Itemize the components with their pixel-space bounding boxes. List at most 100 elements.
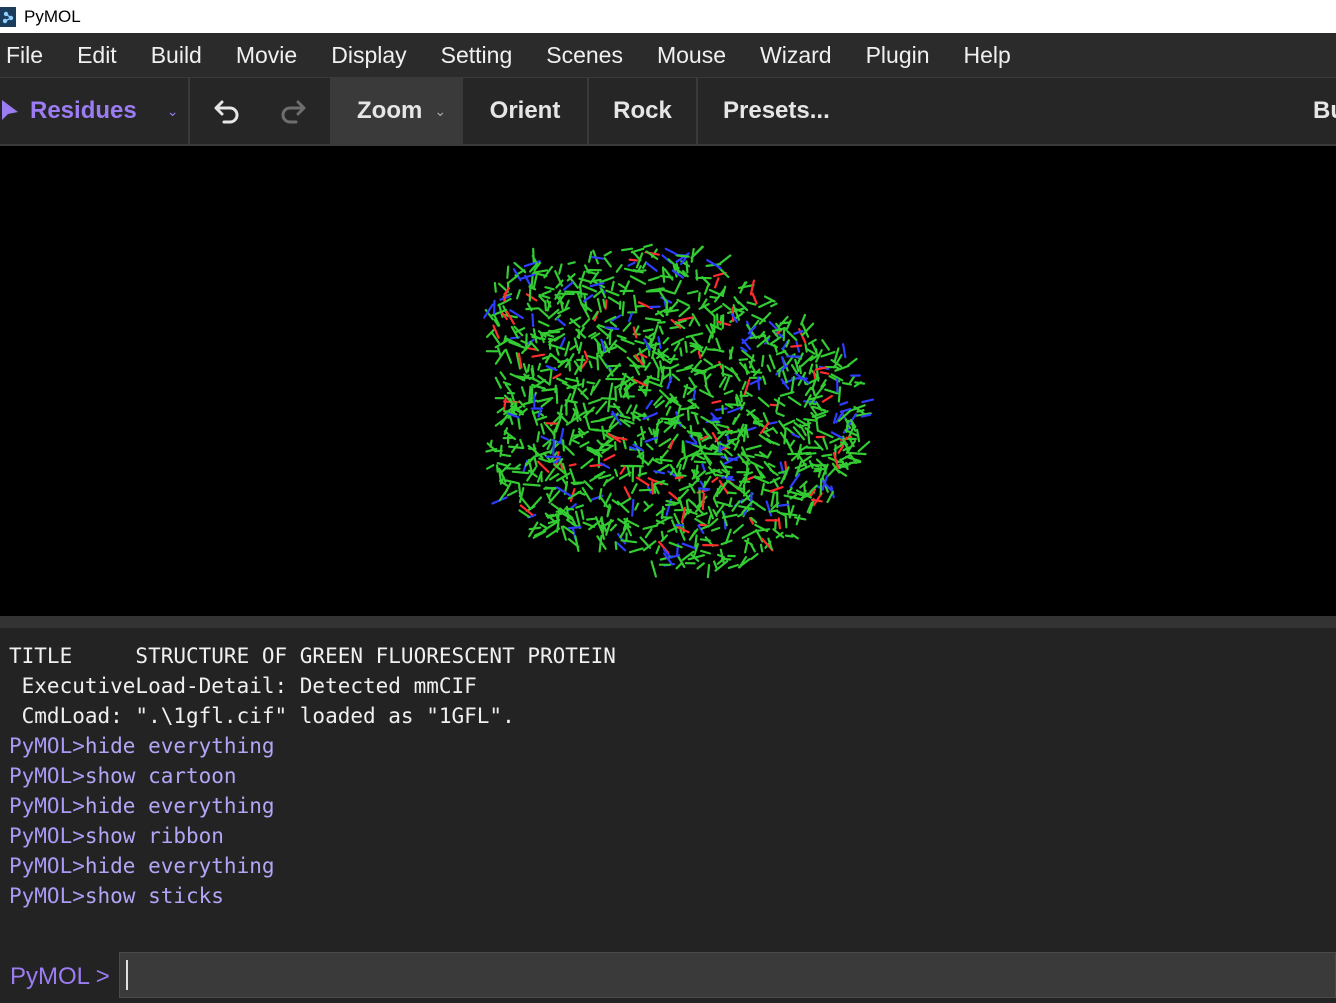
menu-edit[interactable]: Edit [77, 42, 117, 69]
bond-stick [564, 507, 575, 511]
bond-stick [804, 343, 808, 353]
selection-mode-dropdown[interactable]: Residues ⌄ [0, 78, 190, 144]
undo-icon[interactable] [212, 96, 242, 126]
chevron-down-icon: ⌄ [166, 102, 179, 119]
bond-stick [581, 378, 585, 388]
bond-stick [650, 481, 655, 495]
bond-stick [720, 557, 732, 561]
bond-stick [528, 385, 532, 404]
console-prompt: PyMOL> [9, 884, 85, 908]
bond-stick [493, 281, 497, 293]
bond-stick [511, 470, 530, 475]
menu-plugin[interactable]: Plugin [866, 42, 930, 69]
bond-stick [559, 404, 563, 415]
bond-stick [607, 405, 621, 409]
bond-stick [819, 477, 823, 496]
bond-stick [756, 376, 761, 391]
rock-button[interactable]: Rock [589, 78, 698, 144]
bond-stick [669, 325, 679, 330]
bond-stick [567, 261, 576, 265]
bond-stick [540, 472, 543, 483]
bond-stick [821, 453, 833, 458]
bond-stick [803, 483, 806, 494]
bond-stick [837, 463, 851, 466]
bond-stick [620, 247, 634, 252]
bond-stick [572, 482, 583, 486]
menu-scenes[interactable]: Scenes [546, 42, 623, 69]
command-bar: PyMOL > [0, 950, 1336, 1003]
orient-button[interactable]: Orient [463, 78, 589, 144]
bond-stick [572, 433, 582, 437]
bond-stick [679, 347, 683, 357]
bond-stick [621, 301, 625, 317]
menu-file[interactable]: File [6, 42, 43, 69]
bond-stick [807, 420, 811, 429]
console-command-line: PyMOL>show cartoon [0, 761, 1336, 791]
console-command: show cartoon [84, 764, 237, 788]
bond-stick [845, 420, 849, 433]
bond-stick [812, 370, 817, 380]
bond-stick [706, 348, 718, 352]
bond-stick [628, 258, 639, 262]
window-title: PyMOL [24, 6, 81, 26]
bond-stick [602, 298, 606, 309]
bond-stick [613, 441, 617, 451]
bond-stick [815, 420, 819, 432]
bond-stick [629, 364, 648, 368]
zoom-button[interactable]: Zoom ⌄ [332, 78, 463, 144]
pymol-window: PyMOL File Edit Build Movie Display Sett… [0, 0, 1336, 1003]
bond-stick [642, 328, 654, 333]
bond-stick [790, 344, 803, 348]
redo-icon[interactable] [278, 96, 308, 126]
console-prompt: PyMOL> [9, 734, 85, 758]
bond-stick [600, 397, 617, 401]
menu-movie[interactable]: Movie [236, 42, 297, 69]
bond-stick [656, 321, 666, 324]
console-command-line: PyMOL>hide everything [0, 791, 1336, 821]
bond-stick [728, 349, 733, 360]
bond-stick [813, 469, 822, 473]
menu-mouse[interactable]: Mouse [657, 42, 726, 69]
bond-stick [709, 295, 719, 300]
bond-stick [697, 350, 702, 359]
builder-button[interactable]: Bu [1313, 78, 1336, 144]
panel-splitter[interactable] [0, 616, 1336, 628]
command-input[interactable] [119, 952, 1336, 998]
console-command: show ribbon [84, 824, 224, 848]
bond-stick [753, 475, 764, 479]
menu-setting[interactable]: Setting [441, 42, 513, 69]
menu-display[interactable]: Display [331, 42, 406, 69]
presets-label: Presets... [723, 97, 830, 124]
bond-stick [628, 464, 644, 468]
bond-stick [684, 340, 688, 353]
molecule-viewport[interactable] [0, 146, 1336, 616]
bond-stick [544, 300, 548, 312]
bond-stick [607, 364, 622, 368]
bond-stick [701, 492, 706, 511]
console-command: hide everything [84, 854, 275, 878]
bond-stick [674, 476, 684, 480]
bond-stick [552, 441, 555, 456]
protein-sticks-render[interactable] [0, 146, 1336, 616]
bond-stick [631, 498, 635, 517]
presets-button[interactable]: Presets... [698, 78, 858, 144]
bond-stick [517, 417, 521, 430]
bond-stick [503, 292, 507, 302]
console-line: ExecutiveLoad-Detail: Detected mmCIF [9, 674, 477, 698]
bond-stick [596, 352, 600, 371]
bond-stick [500, 453, 512, 458]
menu-bar: File Edit Build Movie Display Setting Sc… [0, 33, 1336, 78]
console-line: CmdLoad: ".\1gfl.cif" loaded as "1GFL". [9, 704, 515, 728]
bond-stick [585, 517, 597, 521]
bond-stick [660, 516, 673, 519]
bond-stick [676, 254, 690, 258]
menu-build[interactable]: Build [151, 42, 202, 69]
bond-stick [706, 563, 711, 579]
menu-help[interactable]: Help [964, 42, 1011, 69]
bond-stick [531, 313, 535, 328]
bond-stick [577, 328, 581, 340]
menu-wizard[interactable]: Wizard [760, 42, 832, 69]
zoom-label: Zoom [357, 97, 423, 124]
builder-label: Bu [1313, 97, 1336, 124]
bond-stick [715, 487, 720, 498]
